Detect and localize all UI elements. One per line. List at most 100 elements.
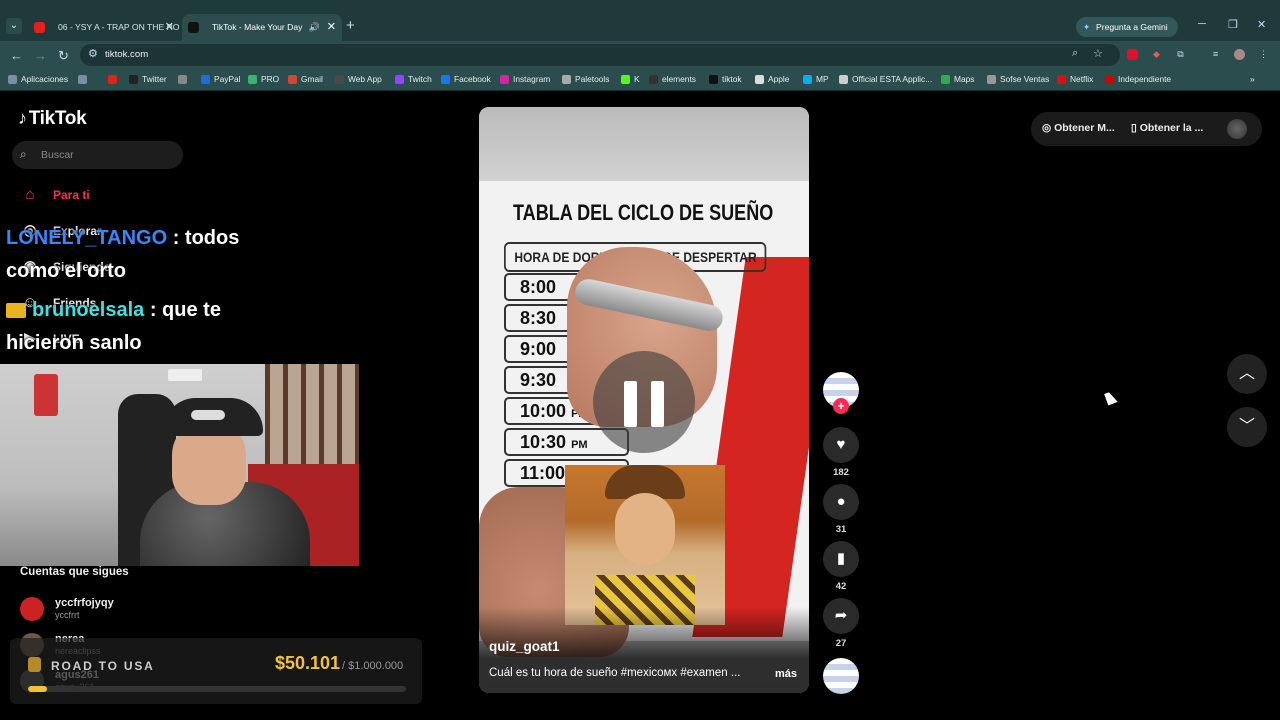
- comment-icon: ●: [823, 484, 859, 520]
- bookmark-item[interactable]: Sofse Ventas: [987, 74, 1049, 84]
- bookmark-label: Sofse Ventas: [1000, 74, 1050, 84]
- row-suffix: PM: [571, 439, 588, 451]
- bookmark-item[interactable]: MP: [803, 74, 829, 84]
- tab-tiktok[interactable]: TikTok - Make Your Day 🔊 ✕: [182, 14, 342, 41]
- bookmark-item[interactable]: tiktok: [709, 74, 742, 84]
- search-icon: ⌕: [20, 147, 27, 161]
- bookmark-item[interactable]: Web App: [335, 74, 382, 84]
- extension-red-icon[interactable]: [1127, 49, 1138, 60]
- profile-avatar[interactable]: [1227, 119, 1247, 139]
- profile-avatar[interactable]: [1234, 49, 1245, 60]
- video-player[interactable]: TABLA DEL CICLO DE SUEÑO HORA DE DORMIR …: [479, 107, 809, 693]
- video-description: Cuál es tu hora de sueño #mexicoᴍx #exam…: [489, 667, 741, 679]
- account-name: yccfrfojyqy: [55, 597, 114, 609]
- media-control-icon[interactable]: ≡: [1210, 49, 1221, 60]
- get-app-button[interactable]: ▯ Obtener la ...: [1131, 122, 1203, 134]
- menu-dots-icon[interactable]: ⋮: [1258, 49, 1269, 60]
- zoom-icon[interactable]: ⌕: [1072, 47, 1078, 60]
- row-time: 9:00: [520, 339, 557, 359]
- bookmark-item[interactable]: Apple: [755, 74, 789, 84]
- minimize-icon[interactable]: ─: [1198, 18, 1206, 30]
- bookmark-label: Netflix: [1070, 74, 1094, 84]
- next-video-chevron-down-icon[interactable]: ﹀: [1227, 407, 1267, 447]
- tab-search-chevron-icon[interactable]: ⌄: [6, 18, 22, 34]
- url-text[interactable]: tiktok.com: [105, 49, 148, 60]
- reload-icon[interactable]: ↻: [58, 48, 69, 64]
- url-bar[interactable]: ⚙ tiktok.com ⌕ ☆: [80, 44, 1120, 66]
- tiktok-logo[interactable]: ♪ TikTok: [18, 108, 87, 130]
- get-coins-button[interactable]: ◎ Obtener M...: [1042, 122, 1115, 134]
- bookmark-item[interactable]: Official ESTA Applic...: [839, 74, 932, 84]
- bookmark-item[interactable]: PayPal: [201, 74, 241, 84]
- bookmark-label: elements: [662, 74, 696, 84]
- bookmark-favicon-icon: [709, 75, 718, 84]
- address-toolbar: ← → ↻ ⚙ tiktok.com ⌕ ☆ ◆ ⧉ ≡ ⋮: [0, 41, 1280, 69]
- extension-icon[interactable]: ◆: [1151, 49, 1162, 60]
- bookmark-label: PRO: [261, 74, 280, 84]
- bookmark-item[interactable]: K: [621, 74, 640, 84]
- webcam-overlay: [0, 364, 359, 566]
- bookmark-favicon-icon: [803, 75, 812, 84]
- new-tab-plus-icon[interactable]: +: [346, 17, 355, 34]
- more-button[interactable]: más: [775, 668, 797, 680]
- mouse-cursor-icon: [1104, 390, 1118, 406]
- bookmark-item[interactable]: Twitch: [395, 74, 432, 84]
- save-button[interactable]: ▮ 42: [823, 541, 859, 592]
- close-tab-icon[interactable]: ✕: [165, 14, 174, 41]
- bookmark-item[interactable]: Gmail: [288, 74, 323, 84]
- pause-icon[interactable]: [593, 351, 695, 453]
- row-time: 10:00: [520, 401, 567, 421]
- gemini-button[interactable]: ✦ Pregunta a Gemini: [1076, 17, 1178, 37]
- nav-label: Para ti: [53, 188, 90, 202]
- bookmark-favicon-icon: [941, 75, 950, 84]
- bookmark-favicon-icon: [441, 75, 450, 84]
- bookmark-favicon-icon: [1105, 75, 1114, 84]
- tab-youtube[interactable]: 06 - YSY A - TRAP ON THE ROC ✕: [28, 14, 180, 41]
- more-bookmarks-chevron-icon[interactable]: »: [1250, 74, 1255, 84]
- bookmark-item[interactable]: Aplicaciones: [8, 74, 68, 84]
- share-button[interactable]: ➦ 27: [823, 598, 859, 649]
- extensions-puzzle-icon[interactable]: ⧉: [1175, 49, 1186, 60]
- close-window-icon[interactable]: ✕: [1257, 18, 1266, 31]
- bookmark-label: Maps: [954, 74, 975, 84]
- search-input[interactable]: ⌕ Buscar: [12, 141, 183, 169]
- bookmark-label: Official ESTA Applic...: [852, 74, 933, 84]
- sound-disc-avatar[interactable]: [823, 658, 859, 694]
- row-time: 10:30: [520, 432, 567, 452]
- close-tab-icon[interactable]: ✕: [327, 14, 336, 41]
- tab-title: 06 - YSY A - TRAP ON THE ROC: [58, 22, 180, 32]
- bookmark-item[interactable]: Facebook: [441, 74, 491, 84]
- bookmark-item[interactable]: Maps: [941, 74, 974, 84]
- chat-text: hicieron sanlo: [6, 332, 142, 354]
- follow-plus-icon[interactable]: +: [833, 398, 849, 414]
- bookmark-label: Facebook: [454, 74, 491, 84]
- bookmark-item[interactable]: Independiente: [1105, 74, 1171, 84]
- bookmark-star-icon[interactable]: ☆: [1093, 47, 1103, 60]
- avatar: [20, 597, 44, 621]
- site-info-icon[interactable]: ⚙: [88, 47, 98, 60]
- bookmark-favicon-icon: [129, 75, 138, 84]
- bookmark-item[interactable]: PRO: [248, 74, 279, 84]
- hanging-shirt: [34, 374, 58, 416]
- back-arrow-icon[interactable]: ←: [10, 48, 23, 63]
- save-count: 42: [835, 581, 847, 592]
- get-app-label: Obtener la ...: [1139, 122, 1204, 134]
- video-author[interactable]: quiz_goat1: [489, 639, 560, 654]
- goal-progress-bar: [28, 686, 406, 692]
- like-button[interactable]: ♥ 182: [823, 427, 859, 478]
- previous-video-chevron-up-icon[interactable]: ︿: [1227, 354, 1267, 394]
- comment-button[interactable]: ● 31: [823, 484, 859, 535]
- bookmark-item[interactable]: Paletools: [562, 74, 609, 84]
- nav-item-para-ti[interactable]: ⌂ Para ti: [20, 184, 90, 206]
- forward-arrow-icon[interactable]: →: [34, 48, 47, 63]
- bookmark-label: Instagram: [513, 74, 551, 84]
- bookmark-icon: ▮: [823, 541, 859, 577]
- woody-reaction: [565, 465, 725, 625]
- bookmark-item[interactable]: Instagram: [500, 74, 550, 84]
- chat-text: como el orto: [6, 260, 127, 282]
- restore-icon[interactable]: ❐: [1228, 18, 1238, 31]
- speaker-icon[interactable]: 🔊: [309, 14, 320, 41]
- bookmark-item[interactable]: elements: [649, 74, 696, 84]
- bookmark-item[interactable]: Netflix: [1057, 74, 1093, 84]
- bookmark-item[interactable]: Twitter: [129, 74, 167, 84]
